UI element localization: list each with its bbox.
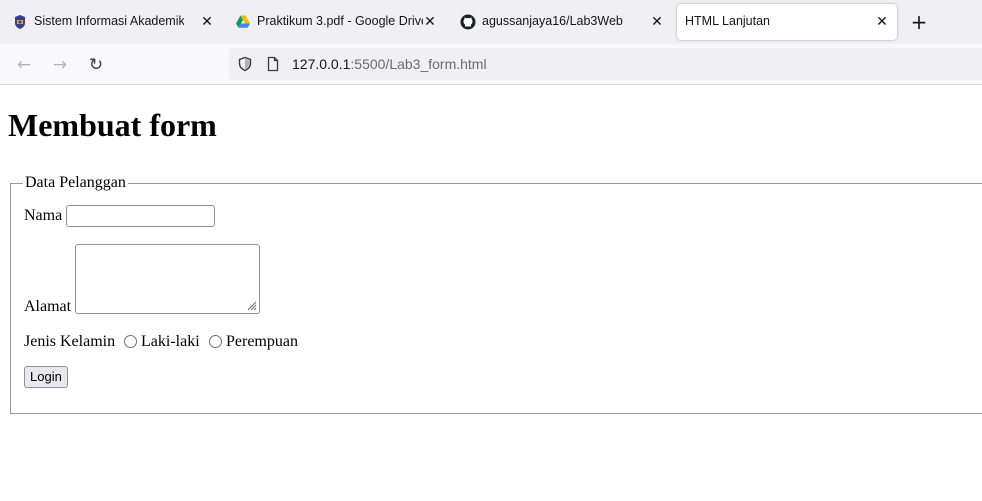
forward-button[interactable]: → (50, 55, 70, 75)
nama-input[interactable] (66, 205, 215, 227)
tab-html-lanjutan[interactable]: HTML Lanjutan ✕ (677, 4, 897, 40)
new-tab-button[interactable]: + (908, 12, 930, 34)
option-label-perempuan: Perempuan (226, 333, 298, 350)
google-drive-icon (236, 15, 250, 28)
radio-perempuan[interactable] (209, 335, 222, 348)
shield-icon[interactable] (237, 56, 253, 72)
close-tab-icon[interactable]: ✕ (648, 12, 666, 30)
tab-google-drive[interactable]: Praktikum 3.pdf - Google Drive ✕ (225, 4, 445, 40)
university-crest-icon (15, 15, 25, 29)
url-path: :5500/Lab3_form.html (350, 56, 487, 72)
resize-grip-icon[interactable] (245, 299, 257, 311)
reload-button[interactable]: ↻ (86, 55, 106, 75)
fieldset-legend: Data Pelanggan (25, 174, 126, 191)
nama-label: Nama (24, 207, 63, 224)
url-host: 127.0.0.1 (292, 56, 351, 72)
page-content: Membuat form Data Pelanggan Nama Alamat … (0, 85, 982, 501)
tab-github[interactable]: agussanjaya16/Lab3Web ✕ (450, 4, 672, 40)
tab-label: Praktikum 3.pdf - Google Drive (257, 14, 423, 28)
url-text: 127.0.0.1:5500/Lab3_form.html (292, 56, 487, 72)
navigation-toolbar: ← → ↻ 127.0.0.1:5500/Lab3_form.html (0, 44, 982, 85)
tab-sistem-informasi[interactable]: Sistem Informasi Akademik ✕ (2, 4, 220, 40)
tab-strip: Sistem Informasi Akademik ✕ Praktikum 3.… (0, 0, 982, 44)
github-icon (460, 14, 476, 30)
tab-label: agussanjaya16/Lab3Web (482, 14, 623, 28)
page-icon (267, 56, 279, 72)
radio-laki-laki[interactable] (124, 335, 137, 348)
jenis-kelamin-label: Jenis Kelamin (24, 333, 116, 350)
address-bar[interactable]: 127.0.0.1:5500/Lab3_form.html (229, 48, 982, 80)
tab-label: Sistem Informasi Akademik (34, 14, 184, 28)
page-title: Membuat form (8, 107, 217, 143)
alamat-textarea[interactable] (75, 244, 260, 314)
close-tab-icon[interactable]: ✕ (873, 12, 891, 30)
close-tab-icon[interactable]: ✕ (421, 12, 439, 30)
back-button[interactable]: ← (14, 55, 34, 75)
alamat-label: Alamat (24, 298, 72, 315)
tab-label: HTML Lanjutan (685, 14, 770, 28)
login-button[interactable]: Login (24, 366, 68, 388)
option-label-laki-laki: Laki-laki (141, 333, 200, 350)
close-tab-icon[interactable]: ✕ (198, 12, 216, 30)
